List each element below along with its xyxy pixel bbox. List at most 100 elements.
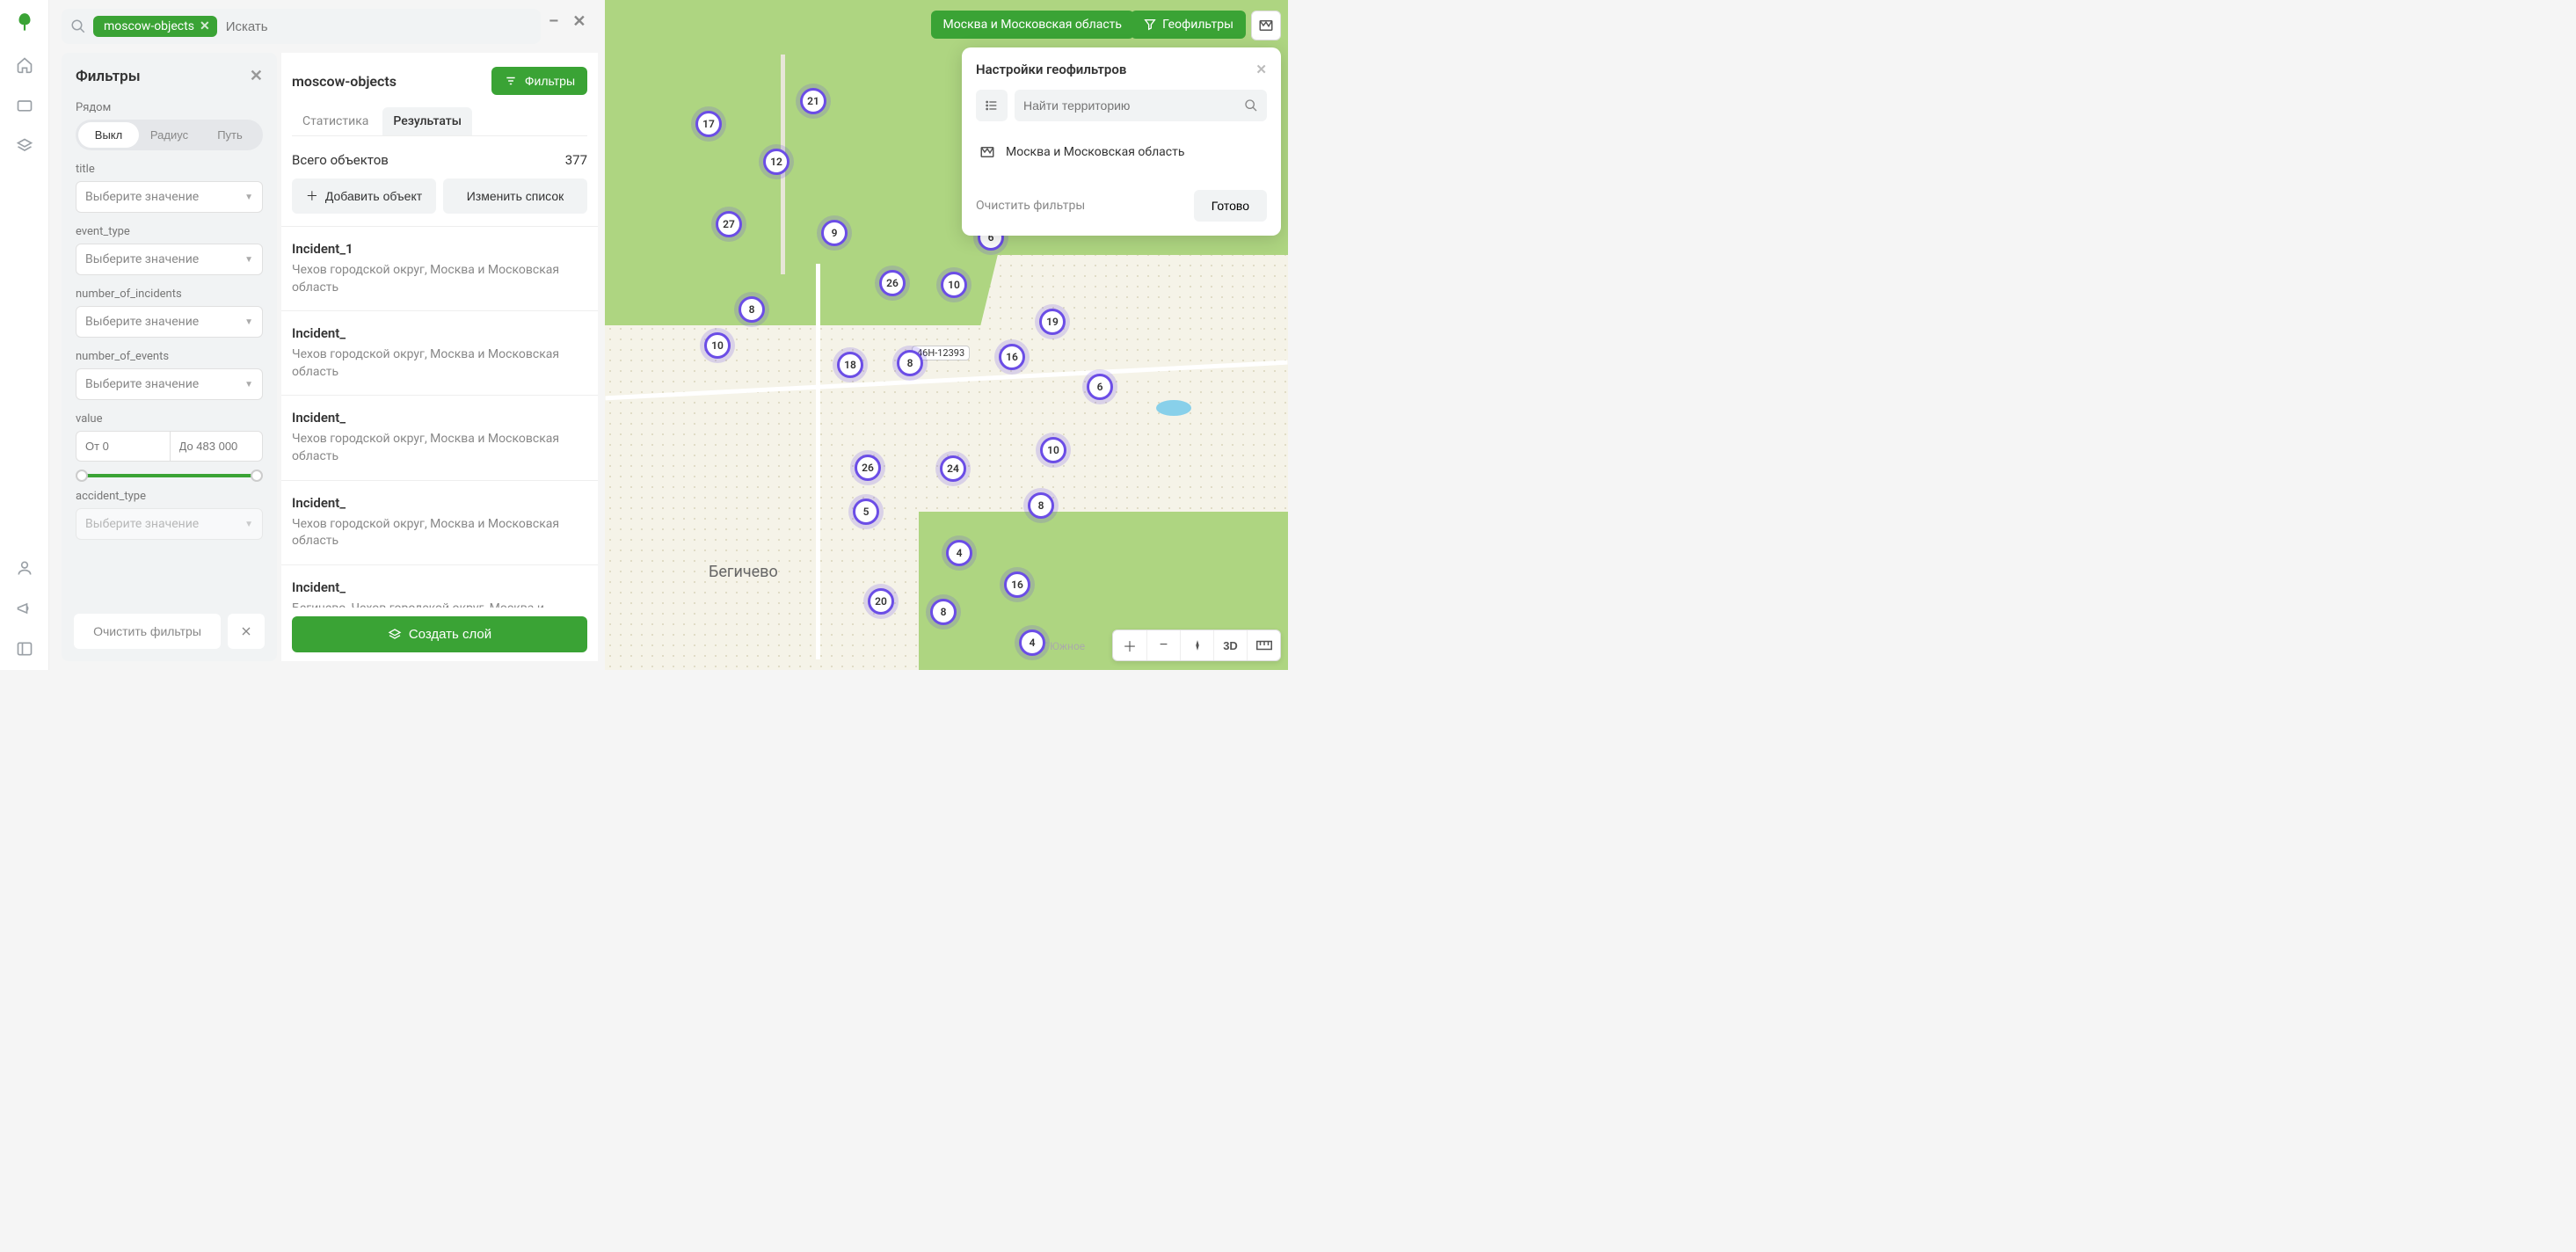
results-filters-label: Фильтры: [525, 74, 575, 88]
zoom-out-button[interactable]: −: [1146, 630, 1180, 660]
clear-filters-button[interactable]: Очистить фильтры: [74, 614, 221, 649]
map-cluster[interactable]: 4: [946, 540, 972, 566]
field-value-label: value: [76, 412, 263, 426]
map-cluster[interactable]: 20: [868, 588, 894, 615]
add-object-button[interactable]: ＋ Добавить объект: [292, 178, 436, 214]
select-placeholder: Выберите значение: [85, 252, 199, 266]
value-from-input[interactable]: [76, 431, 170, 462]
result-item[interactable]: Incident_ Бегичево, Чехов городской окру…: [281, 564, 598, 608]
map-cluster[interactable]: 10: [941, 272, 967, 298]
field-eventtype-select[interactable]: Выберите значение ▼: [76, 244, 263, 275]
result-title: Incident_: [292, 579, 587, 595]
seg-off[interactable]: Выкл: [78, 122, 139, 148]
filters-title-row: Фильтры ✕: [76, 67, 263, 85]
map-cluster[interactable]: 10: [1040, 437, 1066, 463]
filters-footer: Очистить фильтры: [74, 605, 265, 649]
announce-icon[interactable]: [14, 598, 35, 619]
add-object-label: Добавить объект: [325, 189, 422, 203]
region-chip[interactable]: Москва и Московская область: [931, 11, 1134, 39]
filters-title: Фильтры: [76, 68, 141, 85]
close-icon[interactable]: ✕: [572, 12, 586, 31]
slider-handle-max[interactable]: [251, 470, 263, 482]
map-cluster[interactable]: 26: [855, 455, 881, 481]
chevron-down-icon: ▼: [244, 380, 253, 389]
minimize-icon[interactable]: –: [549, 12, 558, 31]
town-label: Бегичево: [709, 563, 778, 581]
map-cluster[interactable]: 8: [739, 296, 765, 323]
geo-close-icon[interactable]: ✕: [1255, 62, 1267, 77]
map-cluster[interactable]: 8: [897, 350, 923, 376]
zoom-in-button[interactable]: ＋: [1113, 630, 1146, 660]
results-tabs: Статистика Результаты: [292, 107, 587, 136]
result-item[interactable]: Incident_1 Чехов городской округ, Москва…: [281, 226, 598, 310]
chip-remove-icon[interactable]: ✕: [200, 19, 210, 33]
map-cluster[interactable]: 21: [800, 88, 826, 114]
field-incidents-select[interactable]: Выберите значение ▼: [76, 306, 263, 338]
result-item[interactable]: Incident_ Чехов городской округ, Москва …: [281, 310, 598, 395]
layers-icon[interactable]: [14, 135, 35, 156]
result-item[interactable]: Incident_ Чехов городской округ, Москва …: [281, 395, 598, 479]
map-cluster[interactable]: 24: [940, 455, 966, 482]
value-slider[interactable]: [79, 474, 259, 477]
search-input[interactable]: [226, 19, 532, 34]
folder-icon[interactable]: [14, 95, 35, 116]
map-cluster[interactable]: 18: [837, 352, 863, 378]
search-bar[interactable]: moscow-objects ✕: [62, 9, 541, 44]
search-chip[interactable]: moscow-objects ✕: [93, 16, 217, 37]
map-cluster[interactable]: 27: [716, 211, 742, 237]
seg-path[interactable]: Путь: [200, 122, 260, 148]
geofilters-chip[interactable]: Геофильтры: [1131, 11, 1246, 39]
field-accident-select[interactable]: Выберите значение ▼: [76, 508, 263, 540]
tab-stats[interactable]: Статистика: [292, 107, 379, 135]
geo-search-input[interactable]: [1023, 98, 1244, 113]
field-incidents-label: number_of_incidents: [76, 288, 263, 301]
value-to-input[interactable]: [170, 431, 264, 462]
map-cluster[interactable]: 19: [1039, 309, 1066, 335]
map-cluster[interactable]: 6: [1087, 374, 1113, 400]
home-icon[interactable]: [14, 55, 35, 76]
map-cluster[interactable]: 8: [1028, 492, 1054, 519]
ruler-button[interactable]: [1247, 630, 1280, 660]
map-cluster[interactable]: 10: [704, 332, 731, 359]
geo-done-button[interactable]: Готово: [1194, 190, 1267, 222]
filters-close-icon[interactable]: ✕: [250, 67, 263, 85]
map-cluster[interactable]: 9: [821, 220, 848, 246]
results-heading: moscow-objects: [292, 73, 397, 90]
tab-results[interactable]: Результаты: [382, 107, 472, 135]
map-cluster[interactable]: 26: [879, 270, 906, 296]
map-cluster[interactable]: 8: [930, 599, 957, 625]
map-cluster[interactable]: 17: [695, 111, 722, 137]
3d-button[interactable]: 3D: [1213, 630, 1247, 660]
geo-list-button[interactable]: [976, 90, 1008, 121]
map-cluster[interactable]: 16: [1004, 571, 1030, 598]
map[interactable]: 46Н-12393 Бегичево СНТ Южное 17211227962…: [605, 0, 1288, 670]
chevron-down-icon: ▼: [244, 193, 253, 202]
delete-filter-button[interactable]: [228, 614, 265, 649]
geo-territory-item[interactable]: Москва и Московская область: [976, 135, 1267, 169]
result-item[interactable]: Incident_ Чехов городской округ, Москва …: [281, 480, 598, 564]
seg-radius[interactable]: Радиус: [139, 122, 200, 148]
chevron-down-icon: ▼: [244, 520, 253, 529]
map-cluster[interactable]: 5: [853, 499, 879, 525]
map-cluster[interactable]: 4: [1019, 630, 1045, 656]
user-icon[interactable]: [14, 557, 35, 579]
create-layer-button[interactable]: Создать слой: [292, 616, 587, 652]
compass-button[interactable]: [1180, 630, 1213, 660]
geo-clear-button[interactable]: Очистить фильтры: [976, 199, 1085, 213]
map-style-button[interactable]: [1251, 11, 1281, 40]
map-cluster[interactable]: 12: [763, 149, 790, 175]
result-sub: Чехов городской округ, Москва и Московск…: [292, 346, 587, 381]
field-events-select[interactable]: Выберите значение ▼: [76, 368, 263, 400]
edit-list-button[interactable]: Изменить список: [443, 178, 587, 214]
slider-handle-min[interactable]: [76, 470, 88, 482]
result-title: Incident_: [292, 325, 587, 341]
tree-logo-icon[interactable]: [12, 11, 37, 35]
plus-icon: ＋: [306, 187, 318, 205]
search-icon: [70, 18, 86, 34]
field-title-select[interactable]: Выберите значение ▼: [76, 181, 263, 213]
results-filters-button[interactable]: Фильтры: [491, 67, 587, 95]
map-cluster[interactable]: 16: [999, 344, 1025, 370]
panel-icon[interactable]: [14, 638, 35, 659]
geo-search[interactable]: [1015, 90, 1267, 121]
value-range: [76, 431, 263, 462]
